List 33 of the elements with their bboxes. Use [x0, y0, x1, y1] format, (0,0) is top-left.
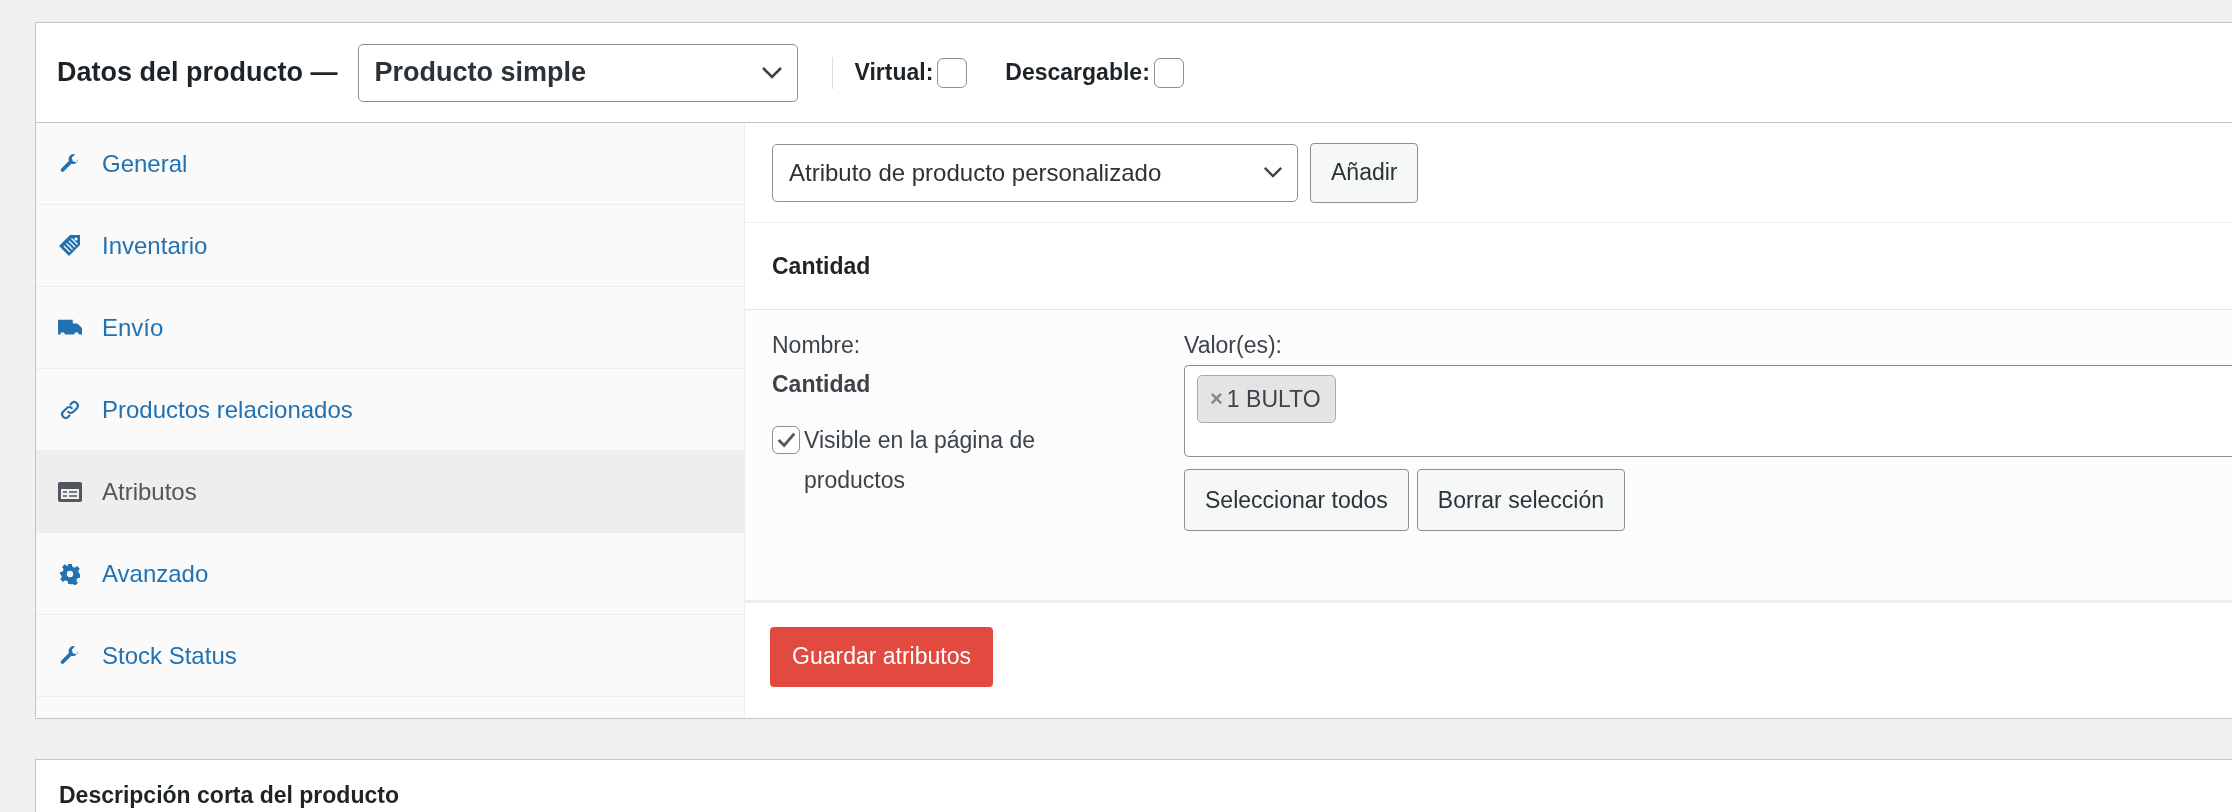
values-field[interactable]: × 1 BULTO [1184, 365, 2232, 457]
option-checkbox[interactable] [937, 57, 968, 88]
sidebar-tab[interactable]: Envío [36, 287, 744, 369]
tag-icon [58, 233, 82, 258]
remove-icon[interactable]: × [1210, 386, 1223, 412]
list-icon [58, 481, 82, 502]
visible-checkbox[interactable] [772, 426, 800, 454]
name-label: Nombre: [772, 332, 862, 359]
gear-icon [58, 562, 82, 585]
option-label: Virtual: [854, 59, 934, 86]
product-type-select[interactable]: Producto simple [357, 43, 798, 102]
visible-label: Visible en la página de productos [804, 426, 1037, 495]
select-all-button[interactable]: Seleccionar todos [1184, 469, 1409, 531]
panel-title: Descripción corta del producto [59, 782, 399, 808]
sidebar-tab[interactable]: Inventario [36, 205, 744, 287]
link-icon [58, 398, 82, 421]
chevron-down-icon [760, 65, 783, 80]
values-label: Valor(es): [1184, 332, 1283, 359]
option-label: Descargable: [1005, 59, 1150, 86]
sidebar-tab[interactable]: Stock Status [36, 615, 744, 697]
sidebar-tab[interactable]: General [36, 123, 744, 205]
attribute-name: Cantidad [772, 371, 872, 398]
save-attributes-button[interactable]: Guardar atributos [770, 626, 993, 687]
add-button[interactable]: Añadir [1310, 142, 1419, 203]
attribute-select[interactable]: Atributo de producto personalizado [772, 143, 1298, 202]
value-tag: × 1 BULTO [1197, 375, 1336, 423]
clear-selection-button[interactable]: Borrar selección [1416, 469, 1626, 531]
panel-title: Datos del producto — [57, 57, 338, 88]
sidebar-tab[interactable]: Avanzado [36, 533, 744, 615]
chevron-down-icon [1263, 166, 1283, 179]
sidebar-tab[interactable]: Atributos [36, 451, 744, 533]
option-checkbox[interactable] [1153, 57, 1184, 88]
attribute-title: Cantidad [772, 252, 871, 280]
